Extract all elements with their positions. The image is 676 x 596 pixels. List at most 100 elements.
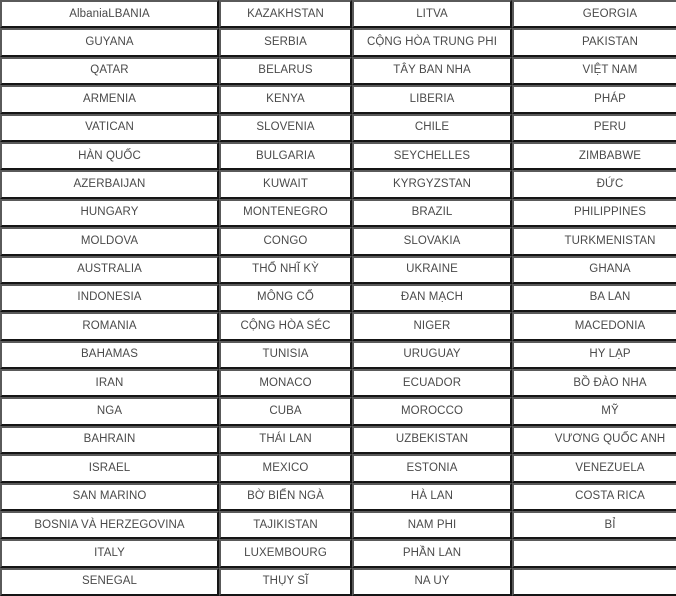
table-cell-country: ITALY (0, 539, 219, 568)
table-cell-country: TUNISIA (219, 340, 352, 370)
table-cell-country: SAN MARINO (0, 482, 219, 512)
table-row: BOSNIA VÀ HERZEGOVINA TAJIKISTAN NAM PHI BỈ (0, 511, 676, 540)
table-cell-country: ROMANIA (0, 312, 219, 341)
table-cell-country: GUYANA (0, 28, 219, 57)
table-cell-country: VƯƠNG QUỐC ANH (512, 425, 676, 455)
table-row: VATICAN SLOVENIA CHILE PERU (0, 113, 676, 142)
table-row: IRAN MONACO ECUADOR BỒ ĐÀO NHA (0, 369, 676, 398)
table-cell-country: LITVA (352, 0, 512, 29)
table-row: AZERBAIJAN KUWAIT KYRGYZSTAN ĐỨC (0, 170, 676, 199)
table-cell-country: HÀN QUỐC (0, 141, 219, 171)
table-cell-country: NGA (0, 397, 219, 426)
table-cell-country: PERU (512, 113, 676, 142)
table-row: NGA CUBA MOROCCO MỸ (0, 397, 676, 426)
table-cell-country: TÂY BAN NHA (352, 56, 512, 86)
table-cell-empty (512, 539, 676, 568)
table-cell-country: QATAR (0, 56, 219, 86)
table-cell-country: BỜ BIỂN NGÀ (219, 482, 352, 512)
table-cell-country: CHILE (352, 113, 512, 142)
table-cell-country: MOROCCO (352, 397, 512, 426)
table-cell-country: THỔ NHĨ KỲ (219, 255, 352, 284)
table-cell-country: ĐỨC (512, 170, 676, 199)
table-cell-country: BỈ (512, 511, 676, 540)
table-row: ROMANIA CỘNG HÒA SÉC NIGER MACEDONIA (0, 312, 676, 341)
table-row: INDONESIA MÔNG CỔ ĐAN MẠCH BA LAN (0, 283, 676, 313)
table-cell-country: AZERBAIJAN (0, 170, 219, 199)
table-cell-country: ĐAN MẠCH (352, 283, 512, 313)
table-cell-country: CUBA (219, 397, 352, 426)
table-cell-country: SEYCHELLES (352, 141, 512, 171)
table-cell-country: ARMENIA (0, 85, 219, 114)
table-cell-country: COSTA RICA (512, 482, 676, 512)
table-cell-country: HY LẠP (512, 340, 676, 370)
table-cell-country: HUNGARY (0, 198, 219, 228)
table-cell-country: PHÁP (512, 85, 676, 114)
table-cell-country: MONTENEGRO (219, 198, 352, 228)
table-cell-country: TAJIKISTAN (219, 511, 352, 540)
table-cell-country: PAKISTAN (512, 28, 676, 57)
table-row: AlbaniaLBANIA KAZAKHSTAN LITVA GEORGIA (0, 0, 676, 29)
table-cell-country: MEXICO (219, 454, 352, 483)
table-cell-country: NAM PHI (352, 511, 512, 540)
table-cell-country: BRAZIL (352, 198, 512, 228)
table-cell-country: KENYA (219, 85, 352, 114)
table-row: QATAR BELARUS TÂY BAN NHA VIỆT NAM (0, 56, 676, 86)
table-cell-country: GHANA (512, 255, 676, 284)
table-cell-country: BỒ ĐÀO NHA (512, 369, 676, 398)
table-cell-country: BA LAN (512, 283, 676, 313)
table-cell-country: VIỆT NAM (512, 56, 676, 86)
table-cell-country: ISRAEL (0, 454, 219, 483)
table-cell-country: INDONESIA (0, 283, 219, 313)
table-cell-country: BAHAMAS (0, 340, 219, 370)
table-cell-country: GEORGIA (512, 0, 676, 29)
table-cell-country: UKRAINE (352, 255, 512, 284)
table-cell-country: ESTONIA (352, 454, 512, 483)
table-cell-country: KYRGYZSTAN (352, 170, 512, 199)
table-cell-country: BAHRAIN (0, 425, 219, 455)
table-cell-country: MACEDONIA (512, 312, 676, 341)
table-cell-country: LIBERIA (352, 85, 512, 114)
table-row: BAHAMAS TUNISIA URUGUAY HY LẠP (0, 340, 676, 370)
table-cell-country: HÀ LAN (352, 482, 512, 512)
table-row: ITALY LUXEMBOURG PHẦN LAN (0, 539, 676, 568)
table-cell-country: IRAN (0, 369, 219, 398)
country-name-table: AlbaniaLBANIA KAZAKHSTAN LITVA GEORGIA GUYAN… (0, 0, 676, 596)
table-cell-country: ZIMBABWE (512, 141, 676, 171)
table-cell-country: THÁI LAN (219, 425, 352, 455)
table-cell-country: SLOVAKIA (352, 227, 512, 256)
table-cell-country: ECUADOR (352, 369, 512, 398)
table-body: AlbaniaLBANIA KAZAKHSTAN LITVA GEORGIA GUYAN… (0, 0, 676, 596)
table-row: ISRAEL MEXICO ESTONIA VENEZUELA (0, 454, 676, 483)
table-cell-country: CỘNG HÒA SÉC (219, 312, 352, 341)
table-cell-country: MÔNG CỔ (219, 283, 352, 313)
table-row: SENEGAL THỤY SĨ NA UY (0, 567, 676, 596)
table-cell-country: KUWAIT (219, 170, 352, 199)
table-cell-country: URUGUAY (352, 340, 512, 370)
table-row: AUSTRALIA THỔ NHĨ KỲ UKRAINE GHANA (0, 255, 676, 284)
table-cell-country: BOSNIA VÀ HERZEGOVINA (0, 511, 219, 540)
table-cell-country: CONGO (219, 227, 352, 256)
table-cell-country: LUXEMBOURG (219, 539, 352, 568)
table-cell-country: PHẦN LAN (352, 539, 512, 568)
table-cell-empty (512, 567, 676, 596)
table-cell-country: MONACO (219, 369, 352, 398)
table-cell-country: UZBEKISTAN (352, 425, 512, 455)
table-row: SAN MARINO BỜ BIỂN NGÀ HÀ LAN COSTA RICA (0, 482, 676, 512)
table-cell-country: BELARUS (219, 56, 352, 86)
table-row: MOLDOVA CONGO SLOVAKIA TURKMENISTAN (0, 227, 676, 256)
table-cell-country: VATICAN (0, 113, 219, 142)
table-cell-country: MOLDOVA (0, 227, 219, 256)
table-cell-country: SENEGAL (0, 567, 219, 596)
table-cell-country: CỘNG HÒA TRUNG PHI (352, 28, 512, 57)
table-cell-country: THỤY SĨ (219, 567, 352, 596)
table-row: HUNGARY MONTENEGRO BRAZIL PHILIPPINES (0, 198, 676, 228)
table-cell-country: PHILIPPINES (512, 198, 676, 228)
table-cell-country: VENEZUELA (512, 454, 676, 483)
table-cell-country: AlbaniaLBANIA (0, 0, 219, 29)
table-cell-country: AUSTRALIA (0, 255, 219, 284)
table-row: GUYANA SERBIA CỘNG HÒA TRUNG PHI PAKISTAN (0, 28, 676, 57)
table-cell-country: BULGARIA (219, 141, 352, 171)
table-row: HÀN QUỐC BULGARIA SEYCHELLES ZIMBABWE (0, 141, 676, 171)
table-cell-country: NIGER (352, 312, 512, 341)
table-row: ARMENIA KENYA LIBERIA PHÁP (0, 85, 676, 114)
